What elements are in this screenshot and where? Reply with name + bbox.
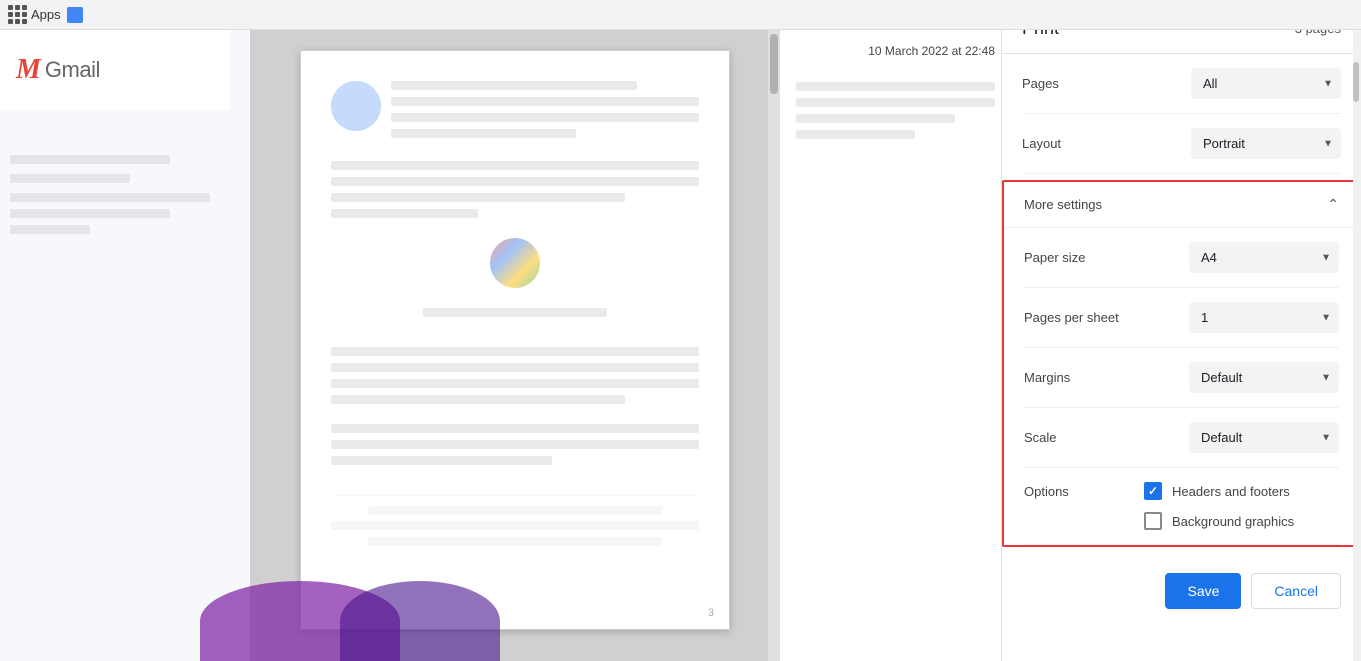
options-checks: Headers and footers Background graphics xyxy=(1144,482,1294,530)
print-panel-scrollbar[interactable] xyxy=(1353,0,1361,661)
scale-row: Scale Default Custom Fit to width Fit to… xyxy=(1024,408,1339,468)
print-panel: Print 3 pages Pages All Custom ▼ Layout … xyxy=(1001,0,1361,661)
gmail-header: M Gmail xyxy=(0,30,230,110)
margins-select-wrapper[interactable]: Default None Minimum Custom ▼ xyxy=(1189,362,1339,393)
layout-label: Layout xyxy=(1022,136,1142,151)
gmail-title: Gmail xyxy=(45,57,100,83)
headers-footers-checkbox[interactable] xyxy=(1144,482,1162,500)
chevron-up-icon: ⌃ xyxy=(1327,196,1339,213)
more-settings-section: More settings ⌃ Paper size A4 Letter Leg… xyxy=(1002,180,1361,547)
print-settings: Pages All Custom ▼ Layout Portrait Lands… xyxy=(1002,54,1361,174)
top-bar: Apps xyxy=(0,0,1361,30)
cancel-button[interactable]: Cancel xyxy=(1251,573,1341,609)
options-row: Options Headers and footers Background g… xyxy=(1024,468,1339,545)
scale-select[interactable]: Default Custom Fit to width Fit to page xyxy=(1189,422,1339,453)
layout-select-wrapper[interactable]: Portrait Landscape ▼ xyxy=(1191,128,1341,159)
apps-grid-icon xyxy=(8,5,27,24)
margins-select[interactable]: Default None Minimum Custom xyxy=(1189,362,1339,393)
pages-label: Pages xyxy=(1022,76,1142,91)
paper-size-row: Paper size A4 Letter Legal ▼ xyxy=(1024,228,1339,288)
gmail-logo-m: M xyxy=(16,54,41,86)
more-settings-label: More settings xyxy=(1024,197,1102,212)
pages-per-sheet-row: Pages per sheet 1 2 4 ▼ xyxy=(1024,288,1339,348)
paper-size-select-wrapper[interactable]: A4 Letter Legal ▼ xyxy=(1189,242,1339,273)
margins-row: Margins Default None Minimum Custom ▼ xyxy=(1024,348,1339,408)
paper-size-label: Paper size xyxy=(1024,250,1144,265)
doc-preview-area: 3 xyxy=(250,30,780,661)
margins-label: Margins xyxy=(1024,370,1144,385)
pages-select-wrapper[interactable]: All Custom ▼ xyxy=(1191,68,1341,99)
right-email-bg: 10 March 2022 at 22:48 xyxy=(780,30,1011,661)
pages-per-sheet-label: Pages per sheet xyxy=(1024,310,1144,325)
pages-per-sheet-select[interactable]: 1 2 4 xyxy=(1189,302,1339,333)
background-graphics-checkbox[interactable] xyxy=(1144,512,1162,530)
scale-label: Scale xyxy=(1024,430,1144,445)
email-timestamp: 10 March 2022 at 22:48 xyxy=(780,30,1011,72)
doc-scrollbar[interactable] xyxy=(768,30,780,661)
print-actions: Save Cancel xyxy=(1002,553,1361,629)
layout-select[interactable]: Portrait Landscape xyxy=(1191,128,1341,159)
pages-select[interactable]: All Custom xyxy=(1191,68,1341,99)
background-graphics-check-item[interactable]: Background graphics xyxy=(1144,512,1294,530)
purple-decoration-2 xyxy=(340,581,500,661)
pages-per-sheet-select-wrapper[interactable]: 1 2 4 ▼ xyxy=(1189,302,1339,333)
pages-setting-row: Pages All Custom ▼ xyxy=(1022,54,1341,114)
headers-footers-label: Headers and footers xyxy=(1172,484,1290,499)
headers-footers-check-item[interactable]: Headers and footers xyxy=(1144,482,1294,500)
background-graphics-label: Background graphics xyxy=(1172,514,1294,529)
favicon xyxy=(67,7,83,23)
layout-setting-row: Layout Portrait Landscape ▼ xyxy=(1022,114,1341,174)
scale-select-wrapper[interactable]: Default Custom Fit to width Fit to page … xyxy=(1189,422,1339,453)
document-page: 3 xyxy=(300,50,730,630)
print-panel-scrollbar-thumb xyxy=(1353,62,1359,102)
more-settings-content: Paper size A4 Letter Legal ▼ Pages per s… xyxy=(1004,228,1359,545)
paper-size-select[interactable]: A4 Letter Legal xyxy=(1189,242,1339,273)
apps-label[interactable]: Apps xyxy=(31,7,61,22)
options-label: Options xyxy=(1024,482,1144,499)
save-button[interactable]: Save xyxy=(1165,573,1241,609)
more-settings-header[interactable]: More settings ⌃ xyxy=(1004,182,1359,228)
